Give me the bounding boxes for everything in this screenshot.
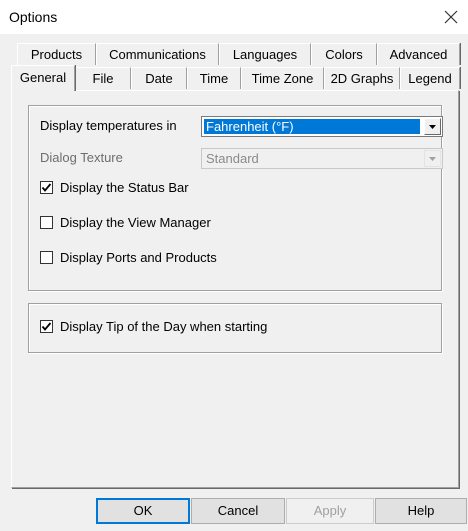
- tab-2d-graphs[interactable]: 2D Graphs: [324, 67, 400, 89]
- tab-label: Colors: [325, 47, 363, 62]
- dialog-texture-value: Standard: [206, 151, 259, 166]
- tab-label: Languages: [232, 47, 298, 62]
- tab-label: File: [92, 71, 114, 86]
- ports-products-label: Display Ports and Products: [60, 250, 217, 265]
- tab-file[interactable]: File: [75, 67, 131, 89]
- tab-languages[interactable]: Languages: [219, 43, 311, 65]
- chevron-down-icon: [429, 125, 436, 129]
- tip-of-day-label: Display Tip of the Day when starting: [60, 319, 268, 334]
- view-manager-label: Display the View Manager: [60, 215, 211, 230]
- close-button[interactable]: [440, 6, 462, 28]
- checkbox-box: [40, 216, 53, 229]
- checkbox-box: [40, 181, 53, 194]
- tab-products[interactable]: Products: [17, 43, 96, 65]
- tab-label: Date: [145, 71, 173, 86]
- tab-label: Advanced: [389, 47, 448, 62]
- tab-label: Legend: [408, 71, 452, 86]
- temperature-dropdown-button[interactable]: [424, 118, 441, 135]
- tab-date[interactable]: Date: [131, 67, 187, 89]
- tab-label: Products: [30, 47, 83, 62]
- dialog-client-area: Products Communications Languages Colors…: [0, 34, 468, 531]
- checkbox-box: [40, 320, 53, 333]
- tab-label: 2D Graphs: [330, 71, 394, 86]
- title-bar: Options: [0, 0, 468, 34]
- dialog-texture-dropdown-button: [424, 150, 441, 167]
- dialog-texture-label: Dialog Texture: [40, 150, 123, 165]
- tab-label: Communications: [109, 47, 206, 62]
- options-dialog: Options Products Communications Language…: [0, 0, 468, 531]
- tab-communications[interactable]: Communications: [96, 43, 219, 65]
- temperature-unit-value: Fahrenheit (°F): [204, 119, 420, 134]
- chevron-down-icon: [429, 157, 436, 161]
- tab-advanced[interactable]: Advanced: [377, 43, 460, 65]
- checkmark-icon: [41, 183, 52, 192]
- cancel-button[interactable]: Cancel: [191, 498, 285, 524]
- status-bar-label: Display the Status Bar: [60, 180, 189, 195]
- tab-time[interactable]: Time: [187, 67, 241, 89]
- apply-button: Apply: [286, 498, 374, 524]
- help-button[interactable]: Help: [375, 498, 467, 524]
- temperature-unit-select[interactable]: Fahrenheit (°F): [201, 116, 443, 137]
- close-icon: [444, 10, 458, 24]
- checkmark-icon: [41, 322, 52, 331]
- tab-time-zone[interactable]: Time Zone: [241, 67, 324, 89]
- dialog-texture-select: Standard: [201, 148, 443, 169]
- display-settings-group: Display temperatures in Fahrenheit (°F) …: [28, 105, 443, 291]
- tab-label: Time: [199, 71, 229, 86]
- temperature-label: Display temperatures in: [40, 118, 177, 133]
- ok-button[interactable]: OK: [96, 498, 190, 524]
- tab-general[interactable]: General: [11, 65, 75, 91]
- window-title: Options: [9, 9, 58, 25]
- tab-label: General: [19, 70, 67, 85]
- tab-legend[interactable]: Legend: [400, 67, 460, 89]
- tab-colors[interactable]: Colors: [311, 43, 377, 65]
- checkbox-box: [40, 251, 53, 264]
- startup-group: Display Tip of the Day when starting: [28, 303, 442, 353]
- tab-label: Time Zone: [251, 71, 314, 86]
- general-tab-panel: Display temperatures in Fahrenheit (°F) …: [11, 90, 459, 488]
